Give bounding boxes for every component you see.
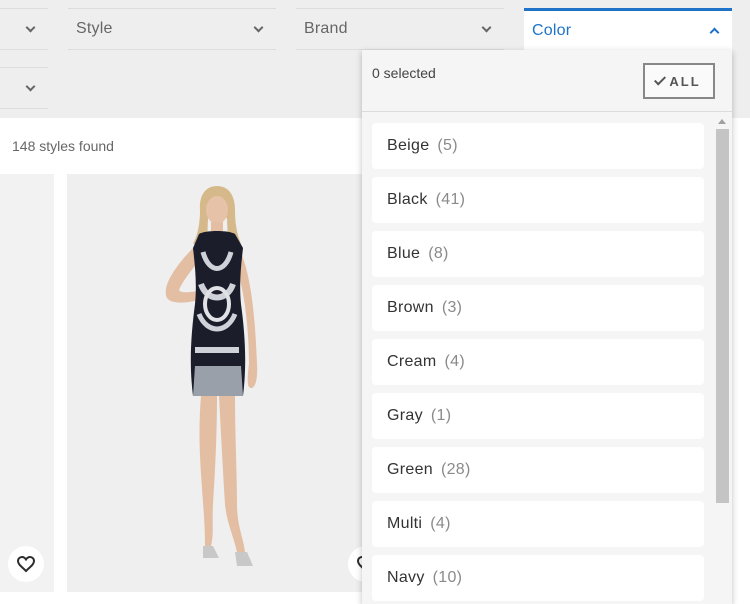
filter-brand[interactable]: Brand [296,8,504,50]
option-count: (28) [440,461,471,478]
option-label: Multi [387,515,423,532]
option-count: (4) [430,515,451,532]
option-count: (4) [444,353,465,370]
chevron-down-icon [25,81,36,91]
filter-dropdown-hidden-1[interactable] [0,8,48,50]
color-option-black[interactable]: Black (41) [372,177,704,223]
scrollbar-thumb[interactable] [716,129,729,503]
chevron-up-icon [709,27,720,38]
filter-style[interactable]: Style [68,8,276,50]
scroll-up-arrow-icon[interactable] [718,119,726,124]
chevron-down-icon [481,22,492,32]
option-count: (1) [430,407,452,424]
option-label: Blue [387,245,421,262]
option-label: Beige [387,137,430,154]
select-all-button[interactable]: ALL [643,63,715,99]
product-card-partial[interactable] [0,174,54,592]
option-label: Navy [387,569,425,586]
option-label: Gray [387,407,423,424]
color-option-beige[interactable]: Beige (5) [372,123,704,169]
option-count: (41) [435,191,466,208]
option-label: Brown [387,299,434,316]
product-image[interactable] [67,174,367,592]
filter-dropdown-hidden-2[interactable] [0,67,48,109]
color-option-multi[interactable]: Multi (4) [372,501,704,547]
dropdown-header: 0 selected ALL [362,50,732,112]
heart-icon [16,555,36,573]
option-count: (8) [428,245,449,262]
color-dropdown-panel: 0 selected ALL Beige (5) Black (41) Blue… [362,50,732,604]
option-label: Cream [387,353,437,370]
option-label: Green [387,461,433,478]
option-count: (5) [437,137,458,154]
color-option-green[interactable]: Green (28) [372,447,704,493]
color-option-navy[interactable]: Navy (10) [372,555,704,601]
check-icon [654,73,667,86]
color-option-gray[interactable]: Gray (1) [372,393,704,439]
color-option-blue[interactable]: Blue (8) [372,231,704,277]
color-option-brown[interactable]: Brown (3) [372,285,704,331]
filter-color-label: Color [532,21,572,39]
product-card[interactable] [67,174,367,592]
selected-count: 0 selected [372,65,436,81]
option-label: Black [387,191,428,208]
option-count: (10) [432,569,463,586]
filter-color[interactable]: Color [524,8,732,50]
color-options-list: Beige (5) Black (41) Blue (8) Brown (3) … [372,123,704,604]
wishlist-button[interactable] [8,546,44,582]
select-all-label: ALL [669,73,701,89]
filter-brand-label: Brand [304,20,348,37]
chevron-down-icon [25,22,36,32]
results-count: 148 styles found [12,138,114,154]
color-option-cream[interactable]: Cream (4) [372,339,704,385]
filter-style-label: Style [76,20,113,37]
option-count: (3) [441,299,463,316]
chevron-down-icon [253,22,264,32]
dropdown-scrollbar[interactable] [714,117,730,604]
